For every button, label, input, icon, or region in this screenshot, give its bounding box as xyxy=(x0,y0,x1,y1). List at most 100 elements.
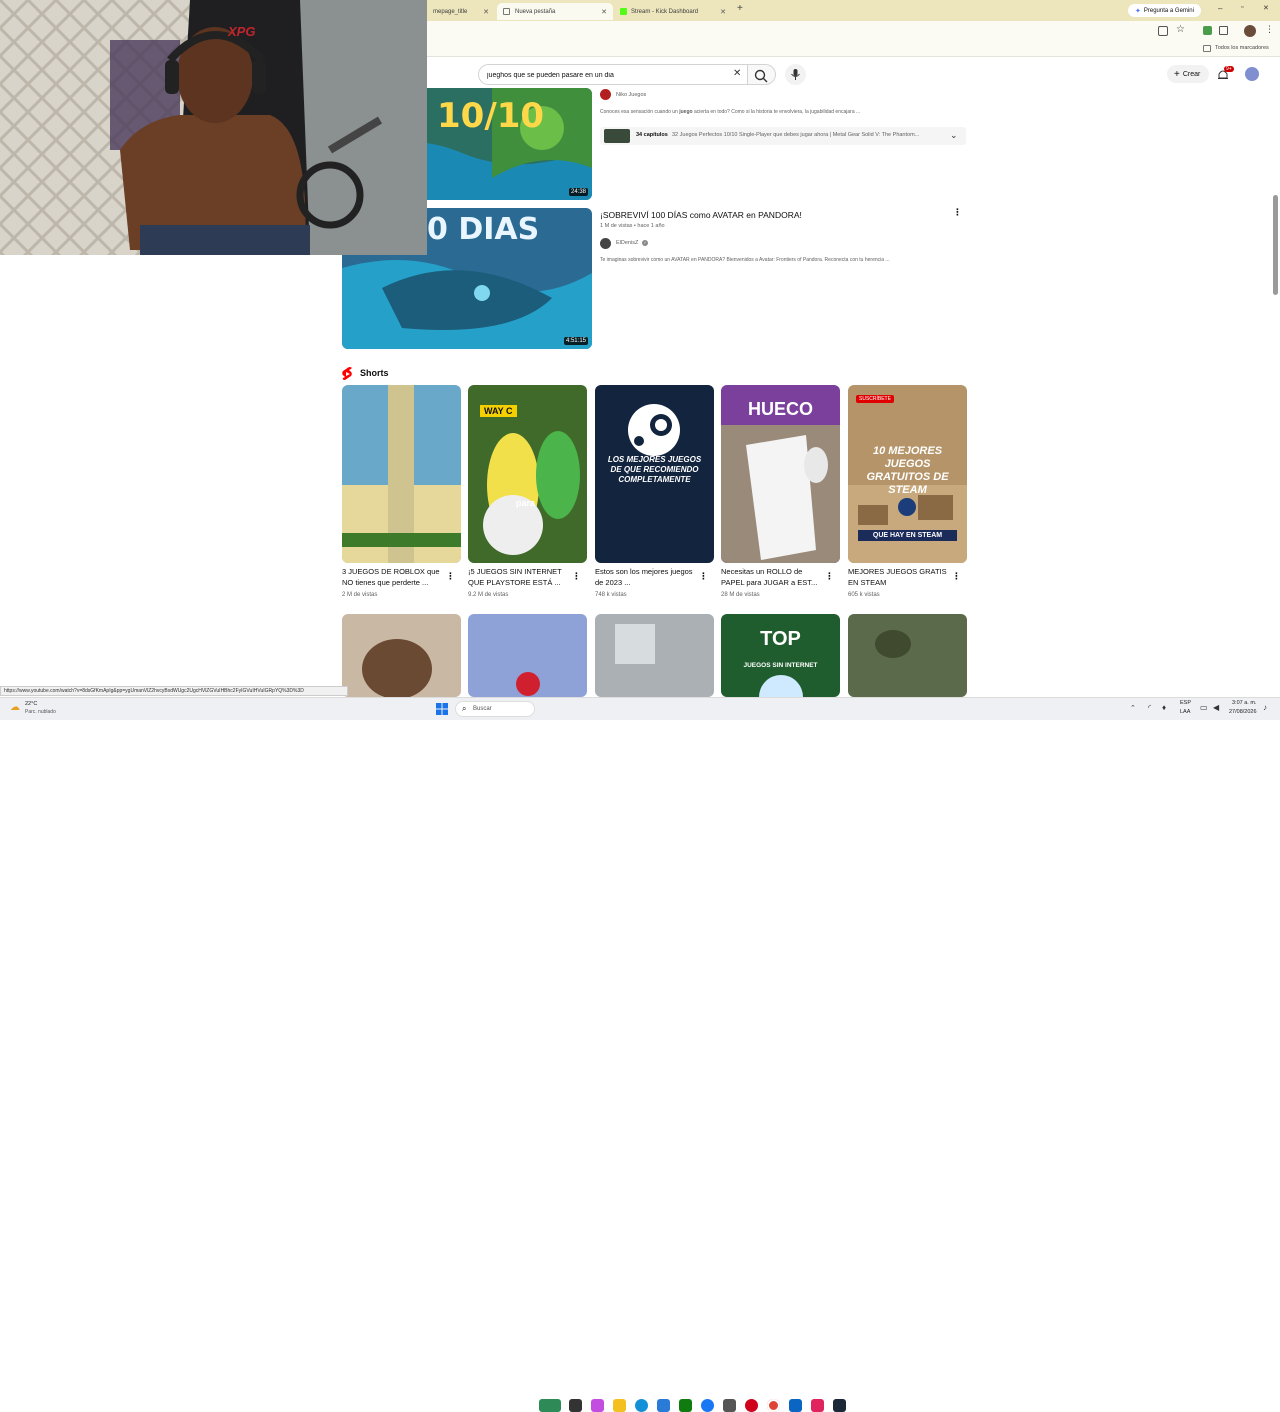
chevron-up-icon[interactable]: ⌃ xyxy=(1130,704,1136,712)
weather-desc: Parc. nublado xyxy=(25,709,56,715)
short-title[interactable]: Estos son los mejores juegos de 2023 ... xyxy=(595,567,695,588)
close-icon[interactable]: ✕ xyxy=(601,8,607,16)
file-explorer-icon[interactable] xyxy=(613,1399,626,1412)
volume-icon[interactable]: ◀ xyxy=(1213,703,1219,712)
short-card-2[interactable]: WAY C para xyxy=(468,385,587,563)
language-indicator[interactable]: ESP xyxy=(1180,700,1191,706)
short-title[interactable]: Necesitas un ROLLO de PAPEL para JUGAR a… xyxy=(721,567,821,588)
wifi-icon[interactable]: ◜ xyxy=(1148,703,1151,712)
short-card-4[interactable]: HUECO xyxy=(721,385,840,563)
more-options-icon[interactable]: ⋮ xyxy=(825,571,834,582)
chrome-icon[interactable] xyxy=(767,1399,780,1412)
thumbnail-overlay-text: 0 DIAS xyxy=(427,212,540,247)
more-options-icon[interactable]: ⋮ xyxy=(953,207,962,218)
search-button[interactable] xyxy=(748,64,776,85)
facebook-icon[interactable] xyxy=(701,1399,714,1412)
task-view-icon[interactable] xyxy=(569,1399,582,1412)
short-card-8[interactable] xyxy=(595,614,714,697)
app-icon-red[interactable] xyxy=(745,1399,758,1412)
short-card-3[interactable]: LOS MEJORES JUEGOS DE QUE RECOMIENDO COM… xyxy=(595,385,714,563)
all-bookmarks-link[interactable]: Todos los marcadores xyxy=(1215,45,1269,51)
steam-icon[interactable] xyxy=(833,1399,846,1412)
minimize-icon[interactable]: – xyxy=(1218,4,1222,13)
more-options-icon[interactable]: ⋮ xyxy=(572,571,581,582)
channel-avatar[interactable] xyxy=(600,238,611,249)
puzzle-icon[interactable] xyxy=(1219,26,1228,35)
new-tab-icon[interactable]: + xyxy=(737,3,743,14)
copilot-icon[interactable] xyxy=(591,1399,604,1412)
close-icon[interactable]: ✕ xyxy=(720,8,726,16)
tiktok-icon[interactable] xyxy=(811,1399,824,1412)
chapters-strip[interactable]: 34 capítulos 32 Juegos Perfectos 10/10 S… xyxy=(600,127,966,145)
profile-avatar[interactable] xyxy=(1244,25,1256,37)
cast-icon[interactable] xyxy=(1158,26,1168,36)
short-thumbnail xyxy=(848,614,967,697)
subscribe-badge: SUSCRÍBETE xyxy=(856,395,894,403)
maximize-icon[interactable]: ▫ xyxy=(1241,4,1243,11)
microphone-icon[interactable]: ♦ xyxy=(1162,703,1166,712)
short-overlay-text: TOP xyxy=(760,628,801,650)
verified-icon: ✓ xyxy=(642,240,648,246)
webcam-feed xyxy=(0,0,427,255)
extension-icon[interactable] xyxy=(1203,26,1212,35)
search-input[interactable] xyxy=(487,68,727,82)
widgets-icon[interactable] xyxy=(539,1399,561,1412)
short-title[interactable]: MEJORES JUEGOS GRATIS EN STEAM xyxy=(848,567,948,588)
video-title[interactable]: ¡SOBREVIVÍ 100 DÍAS como AVATAR en PANDO… xyxy=(600,210,802,220)
app-icon-blue[interactable] xyxy=(789,1399,802,1412)
menu-icon[interactable]: ⋮ xyxy=(1265,24,1274,35)
tab-1[interactable]: mepage_title ✕ xyxy=(427,3,495,20)
xbox-icon[interactable] xyxy=(679,1399,692,1412)
app-icon[interactable] xyxy=(723,1399,736,1412)
tab-3[interactable]: Stream - Kick Dashboard ✕ xyxy=(614,3,732,20)
short-views: 9.2 M de vistas xyxy=(468,592,509,598)
close-window-icon[interactable]: ✕ xyxy=(1263,4,1269,12)
thumbnail-overlay-text: 10/10 xyxy=(437,96,545,136)
gemini-button[interactable]: ✦ Pregunta a Gemini xyxy=(1128,4,1201,17)
more-options-icon[interactable]: ⋮ xyxy=(446,571,455,582)
search-box[interactable]: ✕ xyxy=(478,64,748,85)
windows-start-icon[interactable] xyxy=(436,703,448,715)
channel-name[interactable]: ElDenisZ xyxy=(616,240,638,246)
more-options-icon[interactable]: ⋮ xyxy=(952,571,961,582)
create-button[interactable]: + Crear xyxy=(1167,65,1209,83)
short-title[interactable]: ¡5 JUEGOS SIN INTERNET QUE PLAYSTORE EST… xyxy=(468,567,568,588)
close-icon[interactable]: ✕ xyxy=(483,8,489,16)
network-icon[interactable]: ▭ xyxy=(1200,703,1208,712)
page-scrollbar[interactable] xyxy=(1273,195,1278,295)
tab-label: Stream - Kick Dashboard xyxy=(631,8,699,15)
short-card-5[interactable]: SUSCRÍBETE 10 MEJORES JUEGOS GRATUITOS D… xyxy=(848,385,967,563)
short-card-10[interactable] xyxy=(848,614,967,697)
notifications-button[interactable]: 9+ xyxy=(1216,66,1234,82)
taskbar-search[interactable]: ⌕ Buscar xyxy=(455,701,535,717)
star-icon[interactable]: ☆ xyxy=(1176,24,1185,35)
tab-2[interactable]: Nueva pestaña ✕ xyxy=(497,3,613,20)
channel-name[interactable]: Niko Juegos xyxy=(616,92,646,98)
short-card-9[interactable]: TOP JUEGOS SIN INTERNET xyxy=(721,614,840,697)
create-label: Crear xyxy=(1182,70,1201,78)
language-layout: LAA xyxy=(1180,709,1191,715)
voice-search-button[interactable] xyxy=(785,64,806,85)
page-icon xyxy=(503,8,510,15)
edge-icon[interactable] xyxy=(635,1399,648,1412)
account-avatar[interactable] xyxy=(1245,67,1259,81)
desc-highlight: juego xyxy=(679,109,693,115)
short-card-6[interactable] xyxy=(342,614,461,697)
chevron-down-icon[interactable]: ⌄ xyxy=(950,130,958,141)
more-options-icon[interactable]: ⋮ xyxy=(699,571,708,582)
short-card-7[interactable] xyxy=(468,614,587,697)
short-thumbnail xyxy=(595,614,714,697)
clear-search-icon[interactable]: ✕ xyxy=(733,68,741,79)
channel-avatar[interactable] xyxy=(600,89,611,100)
store-icon[interactable] xyxy=(657,1399,670,1412)
folder-icon xyxy=(1203,45,1211,52)
short-views: 2 M de vistas xyxy=(342,592,378,598)
short-title[interactable]: 3 JUEGOS DE ROBLOX que NO tienes que per… xyxy=(342,567,442,588)
kick-icon xyxy=(620,8,627,15)
short-card-1[interactable] xyxy=(342,385,461,563)
search-icon xyxy=(754,69,768,83)
chapters-count: 34 capítulos xyxy=(636,132,668,138)
weather-temp[interactable]: 22°C xyxy=(25,701,37,707)
clock-time[interactable]: 3:07 a. m. xyxy=(1232,700,1256,706)
notifications-icon[interactable]: ♪ xyxy=(1263,703,1267,712)
